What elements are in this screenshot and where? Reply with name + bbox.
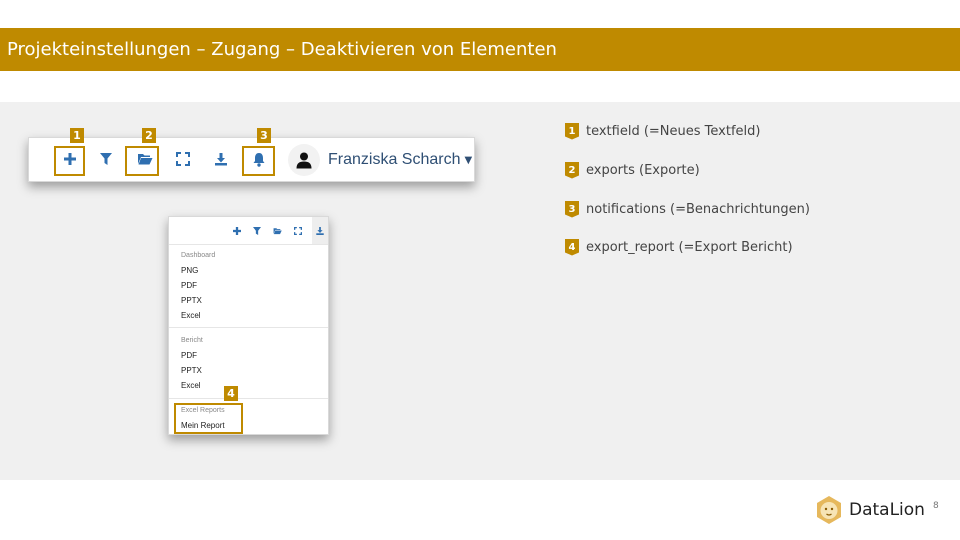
legend-text-4: export_report (=Export Bericht) [586, 239, 793, 255]
chevron-down-icon: ▼ [464, 154, 473, 166]
highlight-box-3 [242, 146, 275, 176]
section-header-dashboard: Dashboard [181, 252, 216, 259]
export-dropdown-screenshot: Dashboard PNG PDF PPTX Excel Bericht PDF… [168, 216, 329, 435]
legend-item-4: 4 export_report (=Export Bericht) [565, 237, 793, 257]
legend-number-3: 3 [565, 200, 579, 218]
legend-number-4: 4 [565, 238, 579, 256]
menu-item-pptx[interactable]: PPTX [181, 296, 202, 305]
logo-text: DataLion [849, 500, 925, 520]
legend-text-2: exports (Exporte) [586, 162, 700, 178]
plus-icon[interactable] [231, 224, 243, 238]
download-icon[interactable] [312, 217, 328, 244]
menu-item-excel[interactable]: Excel [181, 381, 201, 390]
menu-item-excel[interactable]: Excel [181, 311, 201, 320]
highlight-box-2 [125, 146, 159, 176]
legend-item-1: 1 textfield (=Neues Textfeld) [565, 121, 760, 141]
legend-item-2: 2 exports (Exporte) [565, 160, 700, 180]
lion-logo-icon [817, 496, 841, 524]
menu-item-png[interactable]: PNG [181, 266, 198, 275]
tag-2: 2 [142, 128, 156, 143]
user-menu[interactable]: Franziska Scharch ▼ [288, 144, 472, 176]
expand-icon[interactable] [292, 224, 304, 238]
dropdown-toolbar [169, 217, 328, 245]
download-icon[interactable] [210, 148, 232, 170]
legend-number-1: 1 [565, 122, 579, 140]
menu-item-pdf[interactable]: PDF [181, 281, 197, 290]
filter-icon[interactable] [95, 148, 117, 170]
filter-icon[interactable] [251, 224, 263, 238]
menu-item-pptx[interactable]: PPTX [181, 366, 202, 375]
highlight-box-1 [54, 146, 85, 176]
legend-text-3: notifications (=Benachrichtungen) [586, 201, 810, 217]
user-avatar-icon [288, 144, 320, 176]
folder-open-icon[interactable] [271, 224, 283, 238]
page-number: 8 [933, 501, 939, 511]
legend-text-1: textfield (=Neues Textfeld) [586, 123, 761, 139]
tag-4: 4 [224, 386, 238, 401]
legend-number-2: 2 [565, 161, 579, 179]
datalion-logo: DataLion [814, 495, 925, 525]
menu-item-pdf[interactable]: PDF [181, 351, 197, 360]
highlight-box-4 [174, 403, 243, 434]
toolbar-screenshot: Franziska Scharch ▼ [28, 137, 475, 182]
section-header-bericht: Bericht [181, 337, 203, 344]
divider [169, 327, 328, 328]
user-name: Franziska Scharch [328, 151, 461, 168]
slide-title: Projekteinstellungen – Zugang – Deaktivi… [0, 28, 960, 71]
tag-1: 1 [70, 128, 84, 143]
tag-3: 3 [257, 128, 271, 143]
legend-item-3: 3 notifications (=Benachrichtungen) [565, 199, 810, 219]
divider [169, 398, 328, 399]
expand-icon[interactable] [172, 148, 194, 170]
